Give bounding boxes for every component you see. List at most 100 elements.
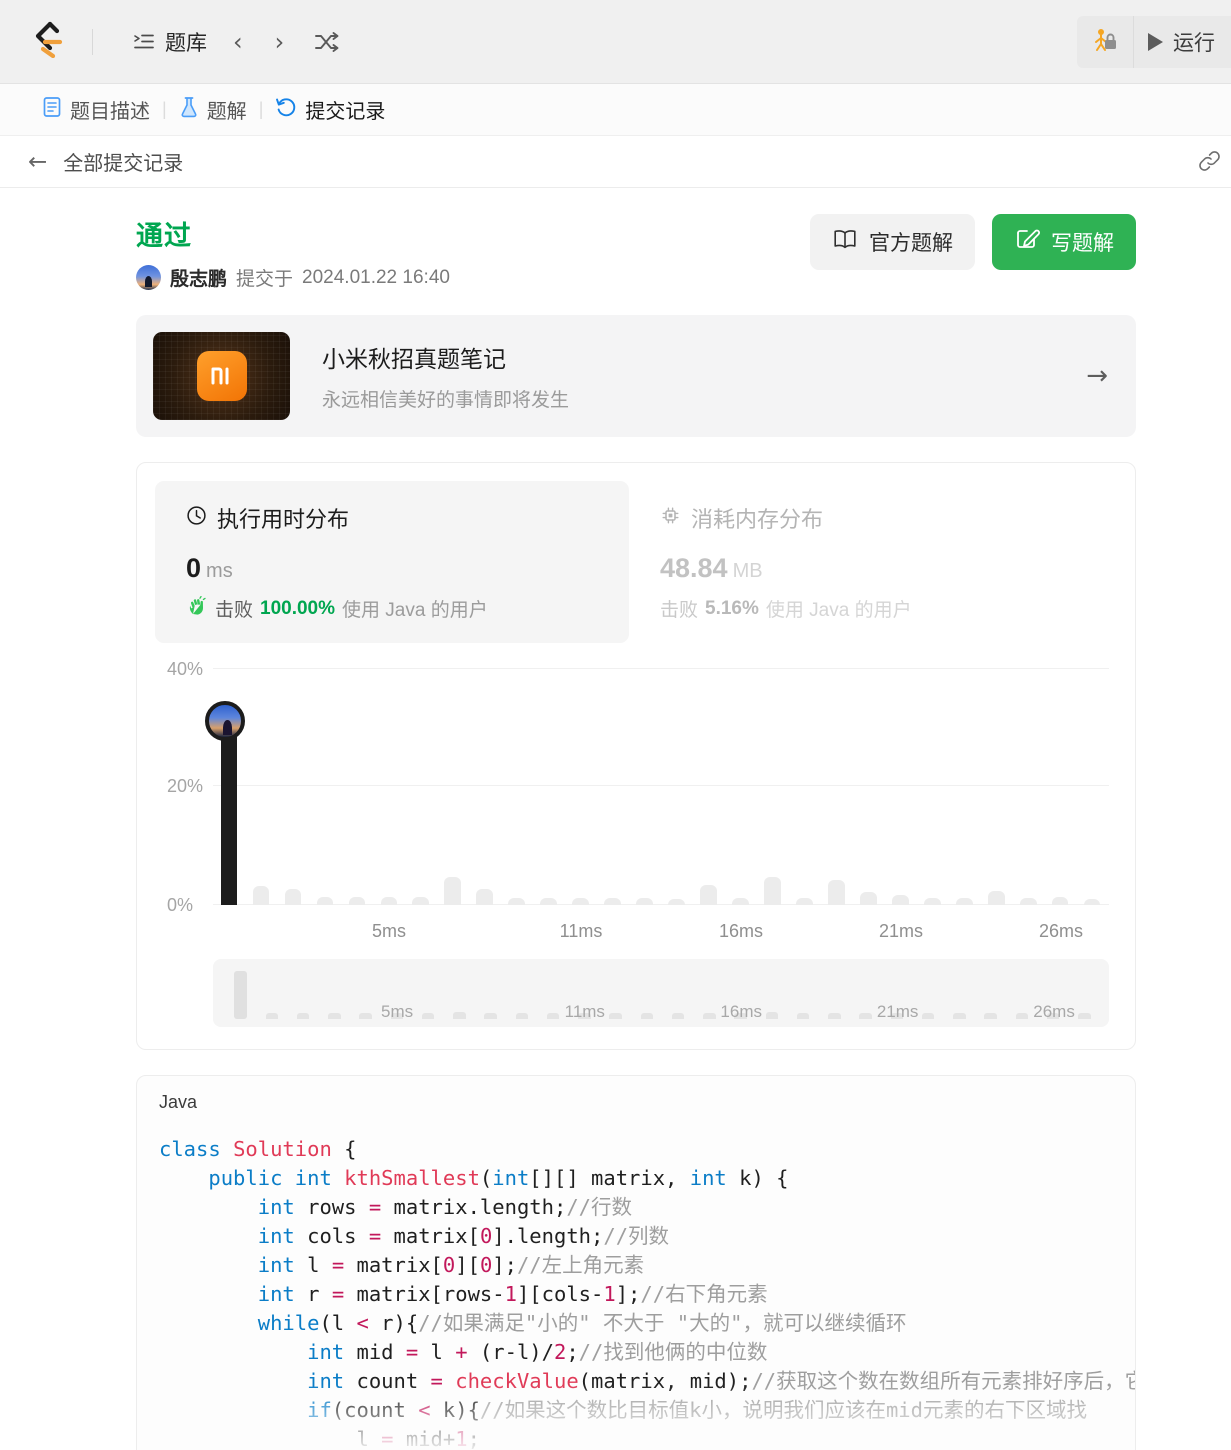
chart-bar[interactable] [476, 889, 494, 905]
y-tick-40: 40% [167, 659, 204, 679]
leetcode-logo[interactable] [0, 20, 92, 63]
submitter-name[interactable]: 殷志鹏 [170, 264, 227, 291]
nav-problemset-label: 题库 [165, 31, 207, 55]
chart-x-axis: 5ms 11ms 16ms 21ms 26ms [213, 921, 1109, 947]
x-tick-label: 26ms [1038, 921, 1084, 941]
status-badge: 通过 [136, 221, 192, 251]
minimap-x-axis: 5ms 11ms 16ms 21ms 26ms [225, 1002, 1101, 1022]
memory-beat-suffix: 使用 Java 的用户 [765, 600, 912, 621]
runtime-beat-percent: 100.00% [260, 597, 336, 619]
chart-bar[interactable] [1051, 896, 1069, 905]
chart-bar[interactable] [987, 891, 1005, 905]
breadcrumb: ← 全部提交记录 [0, 136, 1231, 188]
y-tick-20: 20% [167, 776, 204, 796]
chart-bar[interactable] [668, 899, 685, 905]
nav-center-group: 题库 ‹ › [125, 21, 352, 63]
chart-bar[interactable] [572, 897, 589, 905]
chart-bar[interactable] [796, 898, 813, 905]
user-position-marker[interactable] [205, 701, 245, 741]
chart-bar[interactable] [380, 897, 398, 905]
tab-description[interactable]: 题目描述 [30, 95, 162, 124]
shuffle-icon[interactable] [302, 27, 352, 57]
panel-tab-row: 题目描述 | 题解 | 提交记录 [0, 84, 1231, 136]
chart-bar[interactable] [540, 897, 557, 905]
tab-solutions[interactable]: 题解 [167, 95, 259, 124]
x-tick-label: 21ms [878, 921, 924, 941]
submission-detail-content: 通过 殷志鹏 提交于 2024.01.22 16:40 官方题解 写题解 小米秋… [0, 188, 1231, 1450]
arrow-right-icon[interactable]: → [1086, 361, 1108, 391]
submission-header: 通过 殷志鹏 提交于 2024.01.22 16:40 官方题解 写题解 [0, 188, 1231, 291]
leetcode-logo-icon [29, 20, 63, 63]
tab-description-label: 题目描述 [70, 101, 150, 123]
chart-bar[interactable] [892, 894, 909, 905]
chart-bar[interactable] [348, 897, 366, 905]
memory-value: 48.84 [660, 553, 728, 583]
nav-problemset[interactable]: 题库 [125, 21, 215, 63]
book-icon [832, 228, 858, 256]
minimap-tick-label: 16ms [720, 1002, 762, 1021]
runtime-distribution-chart: 40% 20% 0% 5ms 11ms 16ms 21ms 26ms [155, 657, 1117, 947]
chart-bar[interactable] [636, 897, 653, 905]
minimap-tick-label: 5ms [381, 1002, 414, 1021]
runtime-unit: ms [206, 560, 233, 582]
chart-bar[interactable] [923, 898, 941, 905]
chart-range-minimap[interactable]: 5ms 11ms 16ms 21ms 26ms [213, 959, 1109, 1027]
y-tick-0: 0% [167, 895, 194, 915]
memory-stat-header: 消耗内存分布 [660, 502, 1103, 534]
avatar[interactable] [136, 265, 161, 290]
premium-lock-button[interactable] [1077, 16, 1133, 68]
x-tick-label: 11ms [559, 921, 603, 941]
memory-beat-percent: 5.16% [705, 597, 759, 619]
list-icon [133, 32, 155, 52]
chart-bar[interactable] [764, 877, 781, 905]
runtime-value: 0 [186, 553, 202, 583]
official-solution-button[interactable]: 官方题解 [810, 214, 975, 270]
runtime-beat-suffix: 使用 Java 的用户 [342, 600, 488, 621]
runtime-beat-row: 击败 100.00% 使用 Java 的用户 [186, 595, 629, 622]
promo-thumbnail [153, 332, 290, 420]
memory-stat-card[interactable]: 消耗内存分布 48.84 MB 击败 5.16% 使用 Java 的用户 [629, 481, 1103, 643]
chart-bar[interactable] [252, 885, 270, 905]
link-icon[interactable] [1197, 150, 1223, 177]
watermark: CSDN @殷丿 grd_志鹏 [916, 1445, 1121, 1450]
chart-bar[interactable] [860, 891, 877, 905]
chart-bar[interactable] [444, 877, 462, 905]
runtime-stat-title: 执行用时分布 [217, 507, 350, 532]
chart-bar[interactable] [284, 889, 302, 905]
chevron-right-icon[interactable]: › [261, 26, 299, 58]
arrow-left-icon[interactable]: ← [28, 149, 47, 175]
tab-submissions[interactable]: 提交记录 [263, 95, 397, 124]
chart-bar[interactable] [828, 879, 845, 905]
play-icon [1148, 33, 1163, 51]
chevron-left-icon[interactable]: ‹ [219, 26, 257, 58]
minimap-tick-label: 26ms [1033, 1002, 1075, 1021]
chart-bar[interactable] [412, 897, 430, 905]
run-button[interactable]: 运行 [1133, 16, 1231, 68]
chart-bar[interactable] [508, 898, 526, 905]
submission-actions: 官方题解 写题解 [810, 214, 1136, 270]
promo-card[interactable]: 小米秋招真题笔记 永远相信美好的事情即将发生 → [136, 315, 1136, 437]
official-solution-label: 官方题解 [869, 232, 953, 255]
topbar-right-group: 运行 [1077, 0, 1231, 84]
code-panel: Java class Solution { public int kthSmal… [136, 1075, 1136, 1450]
code-block[interactable]: class Solution { public int kthSmallest(… [137, 1135, 1135, 1450]
chart-bar[interactable] [604, 898, 621, 905]
write-solution-label: 写题解 [1051, 232, 1114, 255]
submitted-timestamp: 2024.01.22 16:40 [302, 266, 450, 288]
performance-panel: 执行用时分布 0 ms 击败 100.00% 使用 Java 的用户 消耗内存分… [136, 462, 1136, 1050]
chart-bar[interactable] [955, 898, 973, 905]
pencil-icon [1014, 227, 1040, 257]
chart-bar[interactable] [700, 884, 717, 905]
chart-bar[interactable] [1019, 898, 1037, 905]
runtime-stat-header: 执行用时分布 [186, 502, 629, 534]
chart-bar[interactable] [316, 896, 334, 905]
chart-bar[interactable] [732, 898, 749, 905]
code-language-label: Java [159, 1092, 198, 1112]
runtime-stat-card[interactable]: 执行用时分布 0 ms 击败 100.00% 使用 Java 的用户 [155, 481, 629, 643]
breadcrumb-label[interactable]: 全部提交记录 [63, 147, 183, 176]
memory-beat-row: 击败 5.16% 使用 Java 的用户 [660, 595, 1103, 622]
chart-bar[interactable] [1083, 899, 1101, 905]
write-solution-button[interactable]: 写题解 [992, 214, 1136, 270]
top-navigation-bar: 题库 ‹ › 运行 [0, 0, 1231, 84]
history-icon [275, 96, 297, 124]
